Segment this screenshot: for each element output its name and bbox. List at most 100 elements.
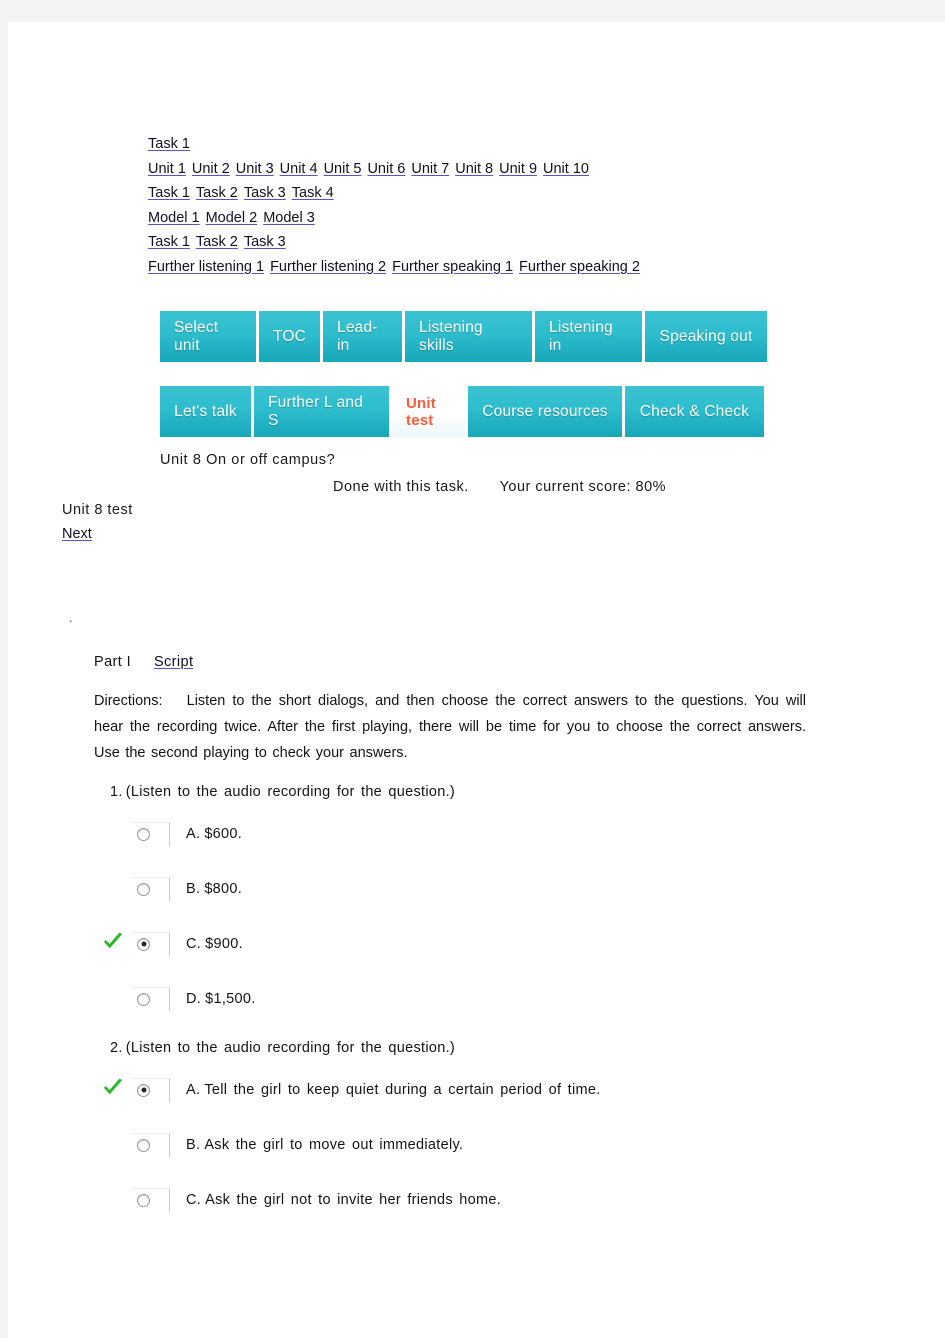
nav-link-task-4[interactable]: Task 4	[292, 185, 334, 201]
nav-link-unit-9[interactable]: Unit 9	[499, 161, 537, 177]
option-radio-cell[interactable]	[132, 1077, 170, 1102]
next-link-wrapper[interactable]: Next	[62, 526, 92, 542]
radio-button-icon[interactable]	[137, 992, 150, 1006]
dot-artifact: .	[69, 610, 73, 625]
question: 2. (Listen to the audio recording for the…	[94, 1040, 806, 1227]
radio-button-icon[interactable]	[137, 937, 150, 951]
option-row[interactable]: A. $600.	[94, 806, 806, 861]
nav-button-let-s-talk[interactable]: Let's talk	[160, 386, 251, 437]
radio-button-icon[interactable]	[137, 882, 150, 896]
option-letter: A.	[186, 825, 201, 842]
nav-link-unit-2[interactable]: Unit 2	[192, 161, 230, 177]
option-text: Tell the girl to keep quiet during a cer…	[204, 1081, 601, 1098]
option-radio-cell[interactable]	[132, 1187, 170, 1212]
link-row-6: Further listening 1 Further listening 2 Fu…	[148, 255, 888, 280]
option-row[interactable]: C. Ask the girl not to invite her friends…	[94, 1172, 806, 1227]
option-text: Ask the girl to move out immediately.	[204, 1136, 464, 1153]
option-row[interactable]: A. Tell the girl to keep quiet during a c…	[94, 1062, 806, 1117]
nav-link-model-1[interactable]: Model 1	[148, 210, 200, 226]
nav-button-select-unit[interactable]: Select unit	[160, 311, 256, 362]
nav-link-task-2[interactable]: Task 2	[196, 234, 238, 250]
nav-link-model-3[interactable]: Model 3	[263, 210, 315, 226]
nav-link-task-2[interactable]: Task 2	[196, 185, 238, 201]
next-link[interactable]: Next	[62, 526, 92, 542]
option-text: $900.	[205, 935, 243, 952]
option-label: C. Ask the girl not to invite her friends…	[186, 1192, 501, 1208]
nav-button-lead-in[interactable]: Lead-in	[323, 311, 402, 362]
radio-button-icon[interactable]	[137, 1083, 150, 1097]
option-text: $600.	[204, 825, 243, 842]
link-row-2: Unit 1 Unit 2 Unit 3 Unit 4 Unit 5 Unit 6 Unit…	[148, 157, 888, 182]
nav-button-further-l-and-s[interactable]: Further L and S	[254, 386, 389, 437]
question-stem: 2. (Listen to the audio recording for the…	[110, 1040, 806, 1056]
nav-link-model-2[interactable]: Model 2	[206, 210, 258, 226]
nav-button-listening-in[interactable]: Listening in	[535, 311, 642, 362]
navigation-link-rows: Task 1 Unit 1 Unit 2 Unit 3 Unit 4 Unit 5 Unit…	[148, 132, 888, 280]
options-list: A. $600. B. $800. C. $900. D. $1,500.	[94, 806, 806, 1026]
radio-button-icon[interactable]	[137, 827, 150, 841]
nav-link-unit-10[interactable]: Unit 10	[543, 161, 589, 177]
question-stem-text: (Listen to the audio recording for the q…	[125, 1040, 456, 1056]
nav-link-unit-6[interactable]: Unit 6	[367, 161, 405, 177]
nav-button-label: Further L and S	[268, 393, 364, 429]
nav-link-further-listening-1[interactable]: Further listening 1	[148, 259, 264, 275]
radio-button-icon[interactable]	[137, 1193, 150, 1207]
option-radio-cell[interactable]	[132, 876, 170, 901]
directions-paragraph: Directions: Listen to the short dialogs,…	[94, 688, 806, 766]
nav-link-unit-4[interactable]: Unit 4	[280, 161, 318, 177]
nav-link-task-1[interactable]: Task 1	[148, 185, 190, 201]
nav-link-unit-7[interactable]: Unit 7	[411, 161, 449, 177]
option-row[interactable]: B. $800.	[94, 861, 806, 916]
nav-button-toc[interactable]: TOC	[259, 311, 320, 362]
nav-link-task-1[interactable]: Task 1	[148, 136, 190, 152]
nav-link-task-3[interactable]: Task 3	[244, 234, 286, 250]
nav-link-task-1[interactable]: Task 1	[148, 234, 190, 250]
question-number: 2.	[110, 1040, 123, 1056]
radio-button-icon[interactable]	[137, 1138, 150, 1152]
option-label: A. Tell the girl to keep quiet during a c…	[186, 1082, 601, 1098]
question-stem-text: (Listen to the audio recording for the q…	[125, 784, 456, 800]
nav-link-unit-5[interactable]: Unit 5	[324, 161, 362, 177]
nav-link-unit-3[interactable]: Unit 3	[236, 161, 274, 177]
link-row-3: Task 1 Task 2 Task 3 Task 4	[148, 181, 888, 206]
link-row-5: Task 1 Task 2 Task 3	[148, 230, 888, 255]
option-letter: C.	[186, 1191, 202, 1208]
option-row[interactable]: D. $1,500.	[94, 971, 806, 1026]
nav-button-label: Lead-in	[337, 318, 378, 354]
option-letter: D.	[186, 990, 202, 1007]
option-row[interactable]: C. $900.	[94, 916, 806, 971]
nav-link-further-listening-2[interactable]: Further listening 2	[270, 259, 386, 275]
option-text: $800.	[204, 880, 243, 897]
option-row[interactable]: B. Ask the girl to move out immediately.	[94, 1117, 806, 1172]
question-number: 1.	[110, 784, 123, 800]
option-radio-cell[interactable]	[132, 821, 170, 846]
directions-label: Directions:	[94, 693, 163, 709]
option-radio-cell[interactable]	[132, 1132, 170, 1157]
nav-button-label: Select unit	[174, 318, 219, 354]
link-row-4: Model 1 Model 2 Model 3	[148, 206, 888, 231]
part-heading: Part I Script	[94, 654, 806, 670]
option-radio-cell[interactable]	[132, 986, 170, 1011]
nav-button-listening-skills[interactable]: Listening skills	[405, 311, 532, 362]
test-label: Unit 8 test	[62, 502, 133, 518]
nav-link-unit-1[interactable]: Unit 1	[148, 161, 186, 177]
option-label: D. $1,500.	[186, 991, 256, 1007]
status-line: Done with this task. Your current score:…	[333, 479, 666, 495]
questions-list: 1. (Listen to the audio recording for the…	[94, 784, 806, 1227]
nav-button-label: Let's talk	[174, 402, 237, 420]
nav-button-speaking-out[interactable]: Speaking out	[645, 311, 767, 362]
nav-button-unit-test[interactable]: Unit test	[392, 386, 465, 437]
nav-link-unit-8[interactable]: Unit 8	[455, 161, 493, 177]
nav-link-task-3[interactable]: Task 3	[244, 185, 286, 201]
nav-button-course-resources[interactable]: Course resources	[468, 386, 622, 437]
nav-link-further-speaking-1[interactable]: Further speaking 1	[392, 259, 513, 275]
nav-button-check-check[interactable]: Check & Check	[625, 386, 764, 437]
nav-link-further-speaking-2[interactable]: Further speaking 2	[519, 259, 640, 275]
option-letter: B.	[186, 1136, 201, 1153]
script-link[interactable]: Script	[154, 654, 193, 670]
option-letter: A.	[186, 1081, 201, 1098]
status-done-text: Done with this task.	[333, 479, 469, 495]
options-list: A. Tell the girl to keep quiet during a c…	[94, 1062, 806, 1227]
nav-button-label: Listening in	[549, 318, 613, 354]
option-radio-cell[interactable]	[132, 931, 170, 956]
